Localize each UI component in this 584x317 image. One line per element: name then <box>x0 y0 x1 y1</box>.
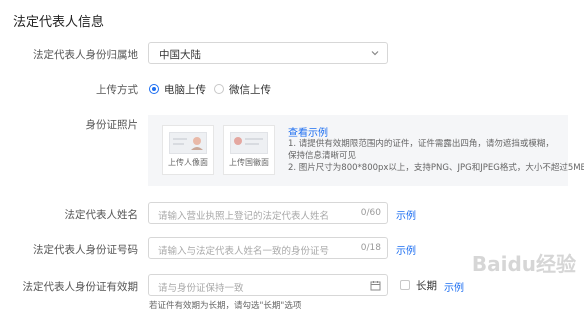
validity-input[interactable]: 请与身份证保持一致 <box>148 274 388 296</box>
photo-hint-2: 2. 图片尺寸为800*800px以上，支持PNG、JPG和JPEG格式，大小不… <box>288 163 584 173</box>
radio-computer-upload[interactable] <box>149 84 159 94</box>
calendar-icon[interactable] <box>370 280 381 291</box>
long-term-checkbox[interactable] <box>400 280 410 290</box>
id-number-counter: 0/18 <box>360 243 381 253</box>
long-term-label[interactable]: 长期 <box>416 278 437 293</box>
id-card-portrait-icon <box>169 132 207 154</box>
id-number-label: 法定代表人身份证号码 <box>33 244 138 256</box>
view-example-link[interactable]: 查看示例 <box>288 124 328 139</box>
upload-emblem-card[interactable]: 上传国徽面 <box>223 125 275 175</box>
id-card-emblem-icon <box>230 132 268 154</box>
id-number-example-link[interactable]: 示例 <box>396 242 416 257</box>
radio-wechat-upload[interactable] <box>214 84 224 94</box>
photo-hint-1: 1. 请提供有效期限范围内的证件，证件需露出四角，请勿遮挡或模糊，保持信息清晰可… <box>288 139 554 161</box>
validity-placeholder: 请与身份证保持一致 <box>158 283 244 294</box>
name-counter: 0/60 <box>360 208 381 218</box>
validity-example-link[interactable]: 示例 <box>444 279 464 294</box>
id-photo-upload-panel: 上传人像面 上传国徽面 查看示例 1. 请提供有效期限范围内的证件，证件需露出四… <box>148 115 584 186</box>
id-photo-label: 身份证照片 <box>85 119 139 131</box>
validity-note: 若证件有效期为长期，请勾选"长期"选项 <box>149 301 302 311</box>
name-input[interactable]: 请输入营业执照上登记的法定代表人姓名 0/60 <box>148 202 388 224</box>
name-example-link[interactable]: 示例 <box>396 207 416 222</box>
region-select[interactable]: 中国大陆 <box>148 42 388 64</box>
upload-portrait-card[interactable]: 上传人像面 <box>162 125 214 175</box>
region-value: 中国大陆 <box>159 49 201 61</box>
chevron-down-icon <box>371 51 379 56</box>
upload-method-label: 上传方式 <box>96 84 138 96</box>
emblem-caption: 上传国徽面 <box>229 158 269 167</box>
portrait-caption: 上传人像面 <box>168 158 208 167</box>
computer-upload-label[interactable]: 电脑上传 <box>164 82 206 97</box>
region-label: 法定代表人身份归属地 <box>33 49 138 61</box>
section-title: 法定代表人信息 <box>13 15 105 30</box>
id-number-placeholder: 请输入与法定代表人姓名一致的身份证号 <box>158 246 330 257</box>
baidu-watermark: Baidu经验 <box>471 252 576 276</box>
id-number-input[interactable]: 请输入与法定代表人姓名一致的身份证号 0/18 <box>148 237 388 259</box>
validity-label: 法定代表人身份证有效期 <box>22 281 139 293</box>
name-label: 法定代表人姓名 <box>64 209 139 221</box>
name-placeholder: 请输入营业执照上登记的法定代表人姓名 <box>158 211 330 222</box>
wechat-upload-label[interactable]: 微信上传 <box>229 82 271 97</box>
